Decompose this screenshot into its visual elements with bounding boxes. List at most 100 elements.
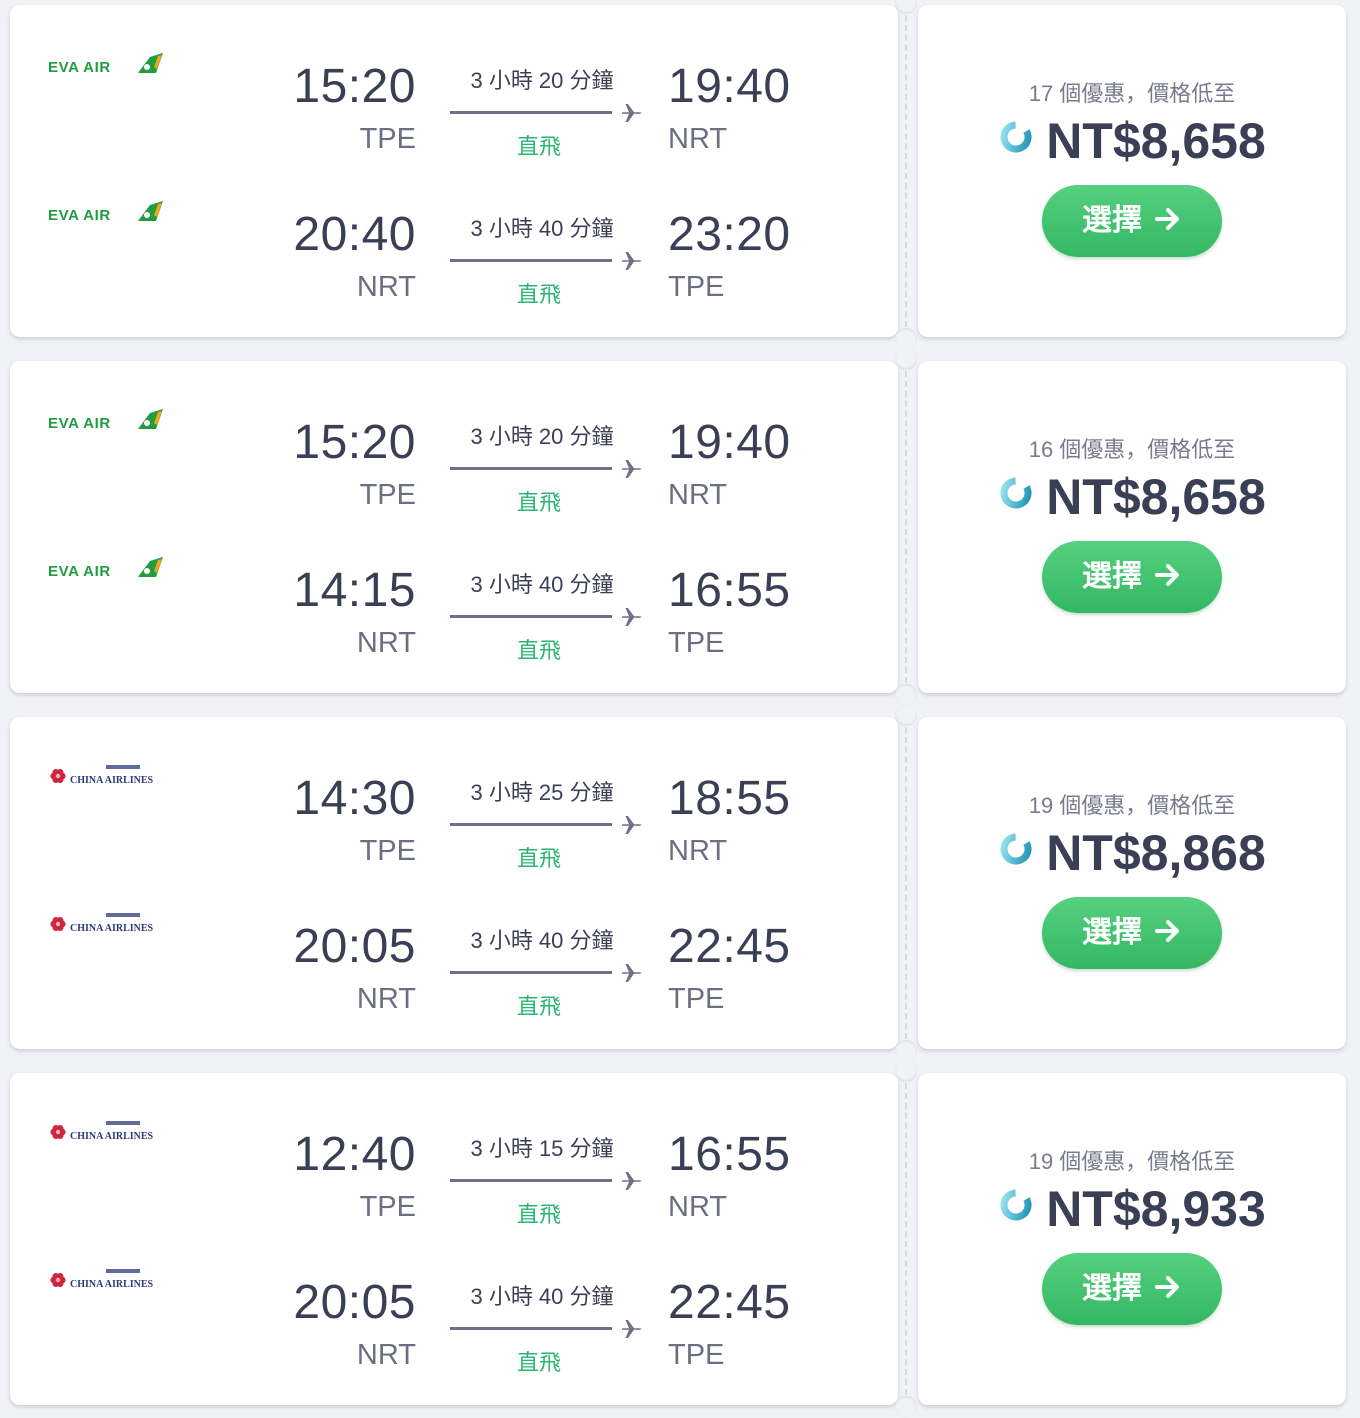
flight-card[interactable]: CHINA AIRLINES 14:30 TPE 3 小時 25 分鐘 直飛 18:55 N… <box>10 704 1346 1062</box>
plane-icon <box>620 1169 644 1193</box>
outbound-leg: CHINA AIRLINES 14:30 TPE 3 小時 25 分鐘 直飛 18:55 N… <box>10 733 898 881</box>
svg-text:EVA AIR: EVA AIR <box>48 563 111 580</box>
plane-icon <box>620 605 644 629</box>
route-line <box>450 823 612 826</box>
plane-icon <box>620 249 644 273</box>
select-button[interactable]: 選擇 <box>1042 185 1222 257</box>
eva-air-logo: EVA AIR <box>46 47 166 79</box>
nonstop-label: 直飛 <box>516 638 561 663</box>
price-row: NT$8,933 <box>918 1181 1346 1237</box>
arrival-time: 16:55 <box>668 1128 791 1181</box>
flight-duration: 3 小時 40 分鐘 <box>470 216 614 241</box>
route-line <box>450 259 612 262</box>
eva-air-logo-mark: EVA AIR <box>48 409 163 432</box>
ticket-notch-bottom <box>895 328 917 350</box>
arrival-time: 19:40 <box>668 60 791 113</box>
china-airlines-logo-mark: CHINA AIRLINES <box>50 765 154 786</box>
offers-count-text: 19 個優惠，價格低至 <box>1028 793 1236 818</box>
lowest-price: NT$8,658 <box>1046 469 1266 525</box>
svg-text:EVA AIR: EVA AIR <box>48 207 111 224</box>
price-panel <box>918 361 1346 693</box>
loader-icon <box>998 475 1034 511</box>
departure-airport-code: NRT <box>356 1339 416 1371</box>
china-airlines-logo-mark: CHINA AIRLINES <box>50 1269 154 1290</box>
route-line <box>450 1327 612 1330</box>
return-leg: EVA AIR 14:15 NRT 3 小時 40 分鐘 直飛 16:55 TPE <box>10 525 898 673</box>
svg-text:CHINA AIRLINES: CHINA AIRLINES <box>70 923 154 934</box>
arrival-airport-code: TPE <box>668 627 725 659</box>
ticket-divider <box>905 727 907 1039</box>
arrival-time: 22:45 <box>668 1276 791 1329</box>
departure-time: 20:40 <box>293 208 416 261</box>
select-button-label: 選擇 <box>1082 204 1142 237</box>
arrival-airport-code: NRT <box>668 1191 728 1223</box>
eva-air-logo-mark: EVA AIR <box>48 53 163 76</box>
china-airlines-logo: CHINA AIRLINES <box>46 759 166 791</box>
ticket-notch-top <box>895 348 917 370</box>
price-panel <box>918 5 1346 337</box>
flight-card[interactable]: CHINA AIRLINES 12:40 TPE 3 小時 15 分鐘 直飛 16:55 N… <box>10 1060 1346 1418</box>
loader-icon <box>998 119 1034 155</box>
ticket-notch-bottom <box>895 684 917 706</box>
route-line <box>450 971 612 974</box>
nonstop-label: 直飛 <box>516 846 561 871</box>
departure-time: 15:20 <box>293 60 416 113</box>
ticket-notch-top <box>895 704 917 726</box>
route-line <box>450 615 612 618</box>
arrival-airport-code: TPE <box>668 983 725 1015</box>
select-button-label: 選擇 <box>1082 1272 1142 1305</box>
arrival-time: 23:20 <box>668 208 791 261</box>
arrival-airport-code: TPE <box>668 271 725 303</box>
arrival-airport-code: TPE <box>668 1339 725 1371</box>
departure-time: 20:05 <box>293 1276 416 1329</box>
select-button[interactable]: 選擇 <box>1042 541 1222 613</box>
arrival-time: 16:55 <box>668 564 791 617</box>
loader-icon <box>998 1187 1034 1223</box>
svg-text:EVA AIR: EVA AIR <box>48 415 111 432</box>
ticket-notch-top <box>895 0 917 14</box>
plane-icon <box>620 1317 644 1341</box>
price-row: NT$8,868 <box>918 825 1346 881</box>
flight-duration: 3 小時 20 分鐘 <box>470 68 614 93</box>
departure-time: 20:05 <box>293 920 416 973</box>
svg-text:EVA AIR: EVA AIR <box>48 59 111 76</box>
departure-airport-code: TPE <box>359 1191 416 1223</box>
route-line <box>450 467 612 470</box>
arrival-airport-code: NRT <box>668 479 728 511</box>
ticket-divider <box>905 15 907 327</box>
plane-icon <box>620 457 644 481</box>
arrival-airport-code: NRT <box>668 123 728 155</box>
nonstop-label: 直飛 <box>516 1202 561 1227</box>
departure-airport-code: NRT <box>356 627 416 659</box>
select-button-label: 選擇 <box>1082 916 1142 949</box>
arrow-right-icon <box>1154 917 1182 945</box>
nonstop-label: 直飛 <box>516 490 561 515</box>
flight-card[interactable]: EVA AIR 15:20 TPE 3 小時 20 分鐘 直飛 19:40 NRT EVA A… <box>10 348 1346 706</box>
select-button-label: 選擇 <box>1082 560 1142 593</box>
flight-card[interactable]: EVA AIR 15:20 TPE 3 小時 20 分鐘 直飛 19:40 NRT EVA A… <box>10 0 1346 350</box>
route-line <box>450 1179 612 1182</box>
eva-air-logo-mark: EVA AIR <box>48 557 163 580</box>
outbound-leg: EVA AIR 15:20 TPE 3 小時 20 分鐘 直飛 19:40 NRT <box>10 21 898 169</box>
arrow-right-icon <box>1154 561 1182 589</box>
china-airlines-logo: CHINA AIRLINES <box>46 907 166 939</box>
plane-icon <box>620 813 644 837</box>
ticket-notch-bottom <box>895 1396 917 1418</box>
eva-air-logo-mark: EVA AIR <box>48 201 163 224</box>
offers-count-text: 17 個優惠，價格低至 <box>1028 81 1236 106</box>
flight-duration: 3 小時 40 分鐘 <box>470 1284 614 1309</box>
lowest-price: NT$8,868 <box>1046 825 1266 881</box>
svg-text:CHINA AIRLINES: CHINA AIRLINES <box>70 1131 154 1142</box>
svg-text:CHINA AIRLINES: CHINA AIRLINES <box>70 775 154 786</box>
arrow-right-icon <box>1154 1273 1182 1301</box>
return-leg: CHINA AIRLINES 20:05 NRT 3 小時 40 分鐘 直飛 22:45 T… <box>10 1237 898 1385</box>
arrival-airport-code: NRT <box>668 835 728 867</box>
select-button[interactable]: 選擇 <box>1042 897 1222 969</box>
loader-icon <box>998 831 1034 867</box>
select-button[interactable]: 選擇 <box>1042 1253 1222 1325</box>
flight-duration: 3 小時 40 分鐘 <box>470 928 614 953</box>
departure-airport-code: NRT <box>356 983 416 1015</box>
plane-icon <box>620 961 644 985</box>
arrival-time: 22:45 <box>668 920 791 973</box>
offers-count-text: 19 個優惠，價格低至 <box>1028 1149 1236 1174</box>
